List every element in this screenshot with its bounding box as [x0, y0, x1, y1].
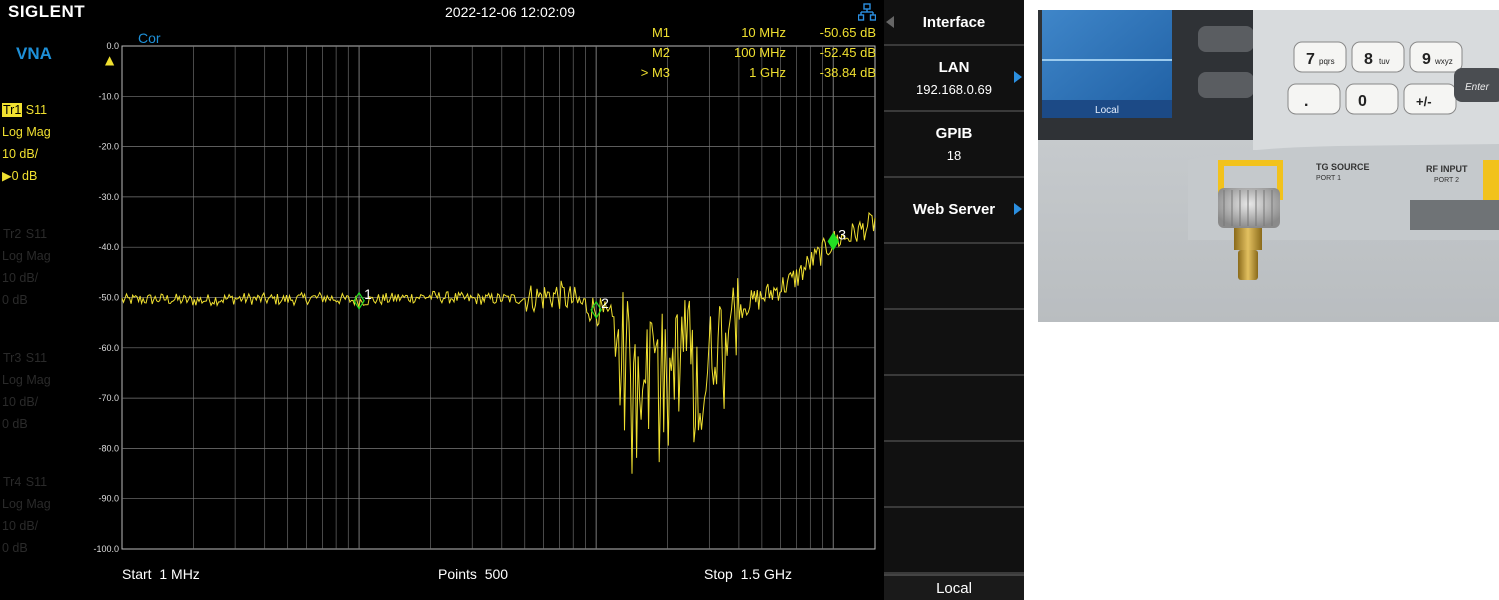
- web-server-button[interactable]: Web Server: [884, 178, 1024, 244]
- svg-text:wxyz: wxyz: [1434, 57, 1453, 66]
- port2-label: RF INPUT: [1426, 164, 1468, 174]
- softkey-empty[interactable]: [884, 244, 1024, 310]
- photo-key-enter: Enter: [1454, 68, 1499, 102]
- marker-freq: 1 GHz: [749, 65, 786, 80]
- softkey-empty[interactable]: [884, 310, 1024, 376]
- stop-frequency[interactable]: Stop 1.5 GHz: [704, 566, 792, 582]
- svg-text:+/-: +/-: [1416, 94, 1432, 109]
- softkey-empty[interactable]: [884, 442, 1024, 508]
- gpib-label: GPIB: [935, 125, 973, 142]
- marker-freq: 100 MHz: [733, 45, 786, 60]
- marker-name: M1: [651, 25, 670, 40]
- lan-button[interactable]: LAN 192.168.0.69: [884, 46, 1024, 112]
- points-label: Points: [438, 566, 477, 582]
- menu-title-label: Interface: [922, 14, 986, 31]
- menu-title[interactable]: Interface: [884, 0, 1024, 46]
- port1-label: TG SOURCE: [1316, 162, 1370, 172]
- marker-row[interactable]: > M3 1 GHz -38.84 dB: [620, 65, 876, 85]
- y-tick-label: -30.0: [98, 192, 119, 202]
- reference-level-icon: ▲: [105, 53, 115, 67]
- start-label: Start: [122, 566, 152, 582]
- svg-text:tuv: tuv: [1379, 57, 1390, 66]
- svg-text:7: 7: [1306, 51, 1315, 68]
- photo-key-dot: .: [1287, 83, 1341, 115]
- marker-3-label: 3: [838, 226, 846, 242]
- photo-key-9: 9 wxyz: [1409, 41, 1463, 73]
- back-arrow-icon: [886, 16, 894, 28]
- vna-screen: SIGLENT 2022-12-06 12:02:09 VNA Tr1 S11 …: [0, 0, 1024, 600]
- y-tick-label: -80.0: [98, 443, 119, 453]
- y-tick-label: -70.0: [98, 393, 119, 403]
- svg-text:8: 8: [1364, 51, 1373, 68]
- marker-table: M1 10 MHz -50.65 dB M2 100 MHz -52.45 dB…: [620, 25, 876, 85]
- correction-label: Cor: [138, 30, 161, 46]
- stop-label: Stop: [704, 566, 733, 582]
- web-server-label: Web Server: [912, 201, 996, 218]
- start-value: 1 MHz: [159, 566, 200, 582]
- y-tick-label: -20.0: [98, 142, 119, 152]
- plot-area[interactable]: 0.0 -10.0 -20.0 -30.0 -40.0 -50.0 -60.0 -70.0 -8…: [0, 0, 882, 600]
- photo-key-7: 7 pqrs: [1293, 41, 1347, 73]
- marker-1-label: 1: [364, 286, 372, 302]
- marker-row[interactable]: M1 10 MHz -50.65 dB: [620, 25, 876, 45]
- marker-freq: 10 MHz: [741, 25, 786, 40]
- svg-text:.: .: [1304, 93, 1308, 110]
- marker-name: > M3: [640, 65, 670, 80]
- marker-value: -50.65 dB: [819, 25, 876, 40]
- marker-name: M2: [651, 45, 670, 60]
- points-value: 500: [484, 566, 509, 582]
- photo-key-plusminus: +/-: [1403, 83, 1457, 115]
- marker-2-label: 2: [601, 295, 609, 311]
- port1-sub: PORT 1: [1316, 175, 1341, 182]
- softkey-empty[interactable]: [884, 376, 1024, 442]
- softkey-menu: Interface LAN 192.168.0.69 GPIB 18 Web S…: [884, 0, 1024, 600]
- instrument-photo: Local 7 pqrs 8 tuv 9 wxyz . 0 +/- Enter TG …: [1038, 10, 1499, 322]
- photo-key-8: 8 tuv: [1351, 41, 1405, 73]
- svg-text:pqrs: pqrs: [1319, 57, 1335, 66]
- gpib-button[interactable]: GPIB 18: [884, 112, 1024, 178]
- softkey-empty[interactable]: [884, 508, 1024, 574]
- submenu-arrow-icon: [1014, 71, 1022, 83]
- start-frequency[interactable]: Start 1 MHz: [122, 566, 200, 582]
- marker-row[interactable]: M2 100 MHz -52.45 dB: [620, 45, 876, 65]
- y-tick-label: -40.0: [98, 242, 119, 252]
- y-tick-label: -50.0: [98, 293, 119, 303]
- port2-sub: PORT 2: [1434, 177, 1459, 184]
- local-status[interactable]: Local: [884, 574, 1024, 600]
- y-tick-label: -90.0: [98, 494, 119, 504]
- svg-text:Enter: Enter: [1465, 82, 1490, 93]
- sweep-points[interactable]: Points 500: [438, 566, 508, 582]
- marker-value: -38.84 dB: [819, 65, 876, 80]
- y-tick-label: 0.0: [106, 41, 119, 51]
- svg-text:9: 9: [1422, 51, 1431, 68]
- y-tick-label: -60.0: [98, 343, 119, 353]
- submenu-arrow-icon: [1014, 203, 1022, 215]
- lan-label: LAN: [938, 59, 970, 76]
- photo-key-0: 0: [1345, 83, 1399, 115]
- y-tick-label: -10.0: [98, 91, 119, 101]
- svg-text:0: 0: [1358, 93, 1367, 110]
- marker-value: -52.45 dB: [819, 45, 876, 60]
- stop-value: 1.5 GHz: [740, 566, 792, 582]
- gpib-address: 18: [946, 148, 962, 163]
- lan-ip: 192.168.0.69: [916, 82, 992, 97]
- y-tick-label: -100.0: [93, 544, 119, 554]
- photo-screen-label: Local: [1095, 105, 1119, 116]
